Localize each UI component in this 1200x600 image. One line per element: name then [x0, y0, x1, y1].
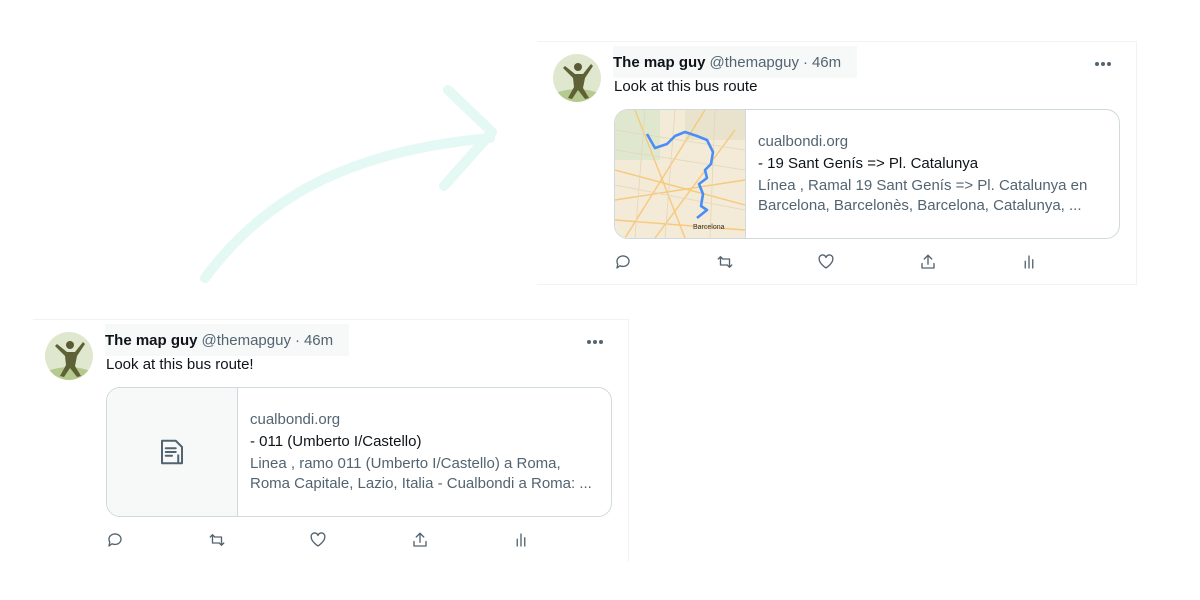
document-icon — [107, 388, 238, 516]
card-description-line: Roma Capitale, Lazio, Italia - Cualbondi… — [250, 475, 592, 492]
action-bar — [614, 252, 1122, 272]
share-icon[interactable] — [411, 530, 513, 550]
retweet-icon[interactable] — [208, 530, 310, 550]
tweet-text: Look at this bus route! — [106, 356, 254, 373]
retweet-icon[interactable] — [716, 252, 818, 272]
map-label: Barcelona — [693, 224, 725, 231]
card-title: - 011 (Umberto I/Castello) — [250, 433, 422, 450]
card-domain: cualbondi.org — [758, 133, 849, 150]
more-options-icon[interactable] — [580, 332, 610, 352]
analytics-icon[interactable] — [1020, 252, 1122, 272]
link-card[interactable]: cualbondi.org - 011 (Umberto I/Castello)… — [106, 387, 612, 517]
separator: · — [294, 331, 300, 349]
like-icon[interactable] — [817, 252, 919, 272]
tweet[interactable]: The map guy @themapguy · 46m Look at thi… — [33, 319, 629, 562]
card-body: cualbondi.org - 19 Sant Genís => Pl. Cat… — [746, 110, 1099, 238]
decorative-arrow — [200, 85, 497, 283]
card-title: - 19 Sant Genís => Pl. Catalunya — [758, 155, 979, 172]
timestamp[interactable]: 46m — [812, 54, 841, 71]
analytics-icon[interactable] — [512, 530, 614, 550]
author-name[interactable]: The map guy — [613, 54, 706, 71]
reply-icon[interactable] — [106, 530, 208, 550]
author-handle[interactable]: @themapguy — [710, 54, 799, 71]
card-domain: cualbondi.org — [250, 411, 341, 428]
like-icon[interactable] — [309, 530, 411, 550]
avatar[interactable] — [553, 54, 601, 102]
tweet[interactable]: The map guy @themapguy · 46m Look at thi… — [537, 41, 1137, 285]
card-description-line: Barcelona, Barcelonès, Barcelona, Catalu… — [758, 197, 1082, 214]
card-description: Línea , Ramal 19 Sant Genís => Pl. Catal… — [758, 176, 1087, 216]
share-icon[interactable] — [919, 252, 1021, 272]
card-description-line: Linea , ramo 011 (Umberto I/Castello) a … — [250, 455, 561, 472]
timestamp[interactable]: 46m — [304, 332, 333, 349]
map-thumbnail: Barcelona — [615, 110, 746, 238]
card-description-line: Línea , Ramal 19 Sant Genís => Pl. Catal… — [758, 177, 1088, 194]
tweet-text: Look at this bus route — [614, 78, 758, 95]
author-name[interactable]: The map guy — [105, 332, 198, 349]
avatar[interactable] — [45, 332, 93, 380]
more-options-icon[interactable] — [1088, 54, 1118, 74]
author-handle[interactable]: @themapguy — [202, 332, 291, 349]
tweet-header: The map guy @themapguy · 46m — [613, 46, 858, 78]
action-bar — [106, 530, 614, 550]
link-card[interactable]: Barcelona cualbondi.org - 19 Sant Genís … — [614, 109, 1120, 239]
reply-icon[interactable] — [614, 252, 716, 272]
separator: · — [802, 53, 808, 71]
card-description: Linea , ramo 011 (Umberto I/Castello) a … — [250, 454, 592, 494]
card-body: cualbondi.org - 011 (Umberto I/Castello)… — [238, 388, 604, 516]
tweet-header: The map guy @themapguy · 46m — [105, 324, 350, 356]
